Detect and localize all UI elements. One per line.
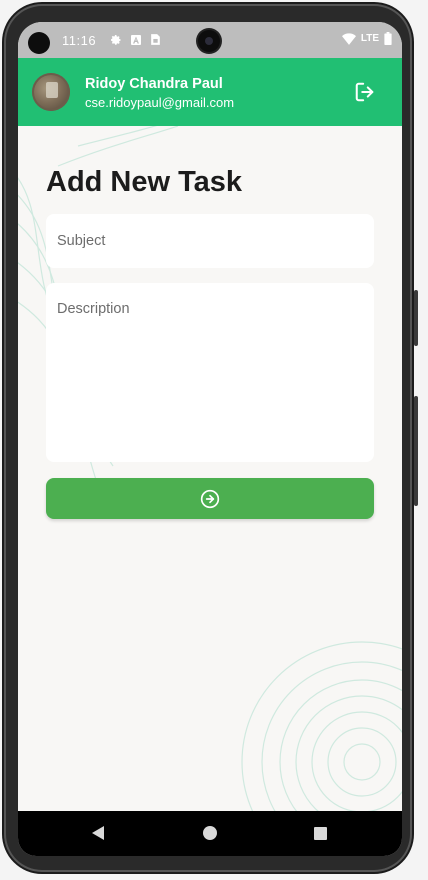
app-screen: 11:16 LTE Ridoy Chandra Paul cse.ridoypa… bbox=[18, 22, 402, 856]
profile-app-bar: Ridoy Chandra Paul cse.ridoypaul@gmail.c… bbox=[18, 58, 402, 126]
status-time: 11:16 bbox=[62, 33, 97, 48]
battery-icon bbox=[384, 32, 392, 45]
system-nav-bar bbox=[18, 811, 402, 856]
recents-icon[interactable] bbox=[314, 827, 327, 840]
front-camera bbox=[198, 30, 220, 52]
camera-cutout bbox=[28, 32, 50, 54]
wifi-icon bbox=[341, 32, 356, 45]
sim-card-icon bbox=[151, 34, 160, 45]
power-button bbox=[414, 396, 418, 506]
home-icon[interactable] bbox=[203, 826, 217, 840]
user-email: cse.ridoypaul@gmail.com bbox=[85, 95, 235, 110]
back-icon[interactable] bbox=[92, 826, 104, 840]
network-label: LTE bbox=[360, 33, 379, 44]
subject-input[interactable] bbox=[46, 214, 374, 268]
user-name: Ridoy Chandra Paul bbox=[85, 76, 223, 92]
volume-button bbox=[414, 290, 418, 346]
avatar[interactable] bbox=[32, 73, 70, 111]
status-system-icons: LTE bbox=[341, 32, 392, 45]
arrow-circle-right-icon bbox=[200, 489, 220, 508]
status-bar: 11:16 LTE bbox=[18, 22, 402, 58]
a-icon bbox=[131, 34, 141, 45]
description-input[interactable] bbox=[46, 283, 374, 462]
status-notification-icons bbox=[110, 33, 161, 46]
page-title: Add New Task bbox=[46, 166, 243, 198]
submit-task-button[interactable] bbox=[46, 478, 374, 519]
logout-icon[interactable] bbox=[354, 81, 376, 103]
gear-icon bbox=[111, 34, 121, 45]
